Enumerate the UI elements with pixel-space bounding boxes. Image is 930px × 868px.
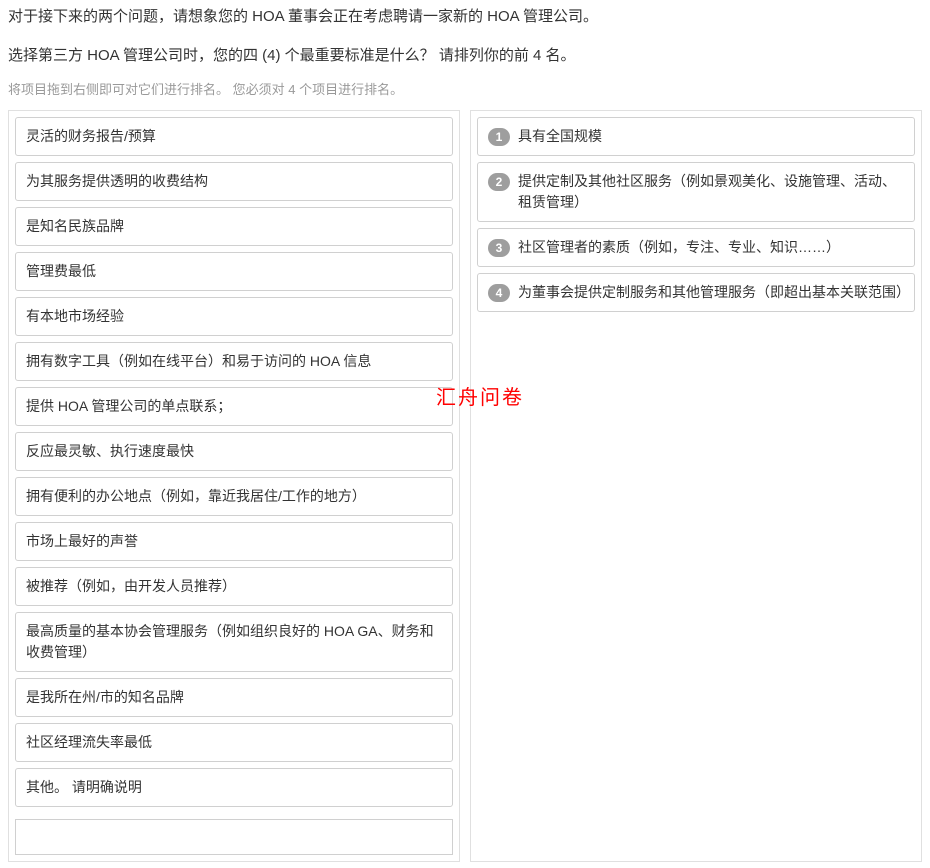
available-item[interactable]: 市场上最好的声誉 (15, 522, 453, 561)
intro-text: 对于接下来的两个问题，请想象您的 HOA 董事会正在考虑聘请一家新的 HOA 管… (8, 6, 922, 29)
available-item[interactable]: 提供 HOA 管理公司的单点联系； (15, 387, 453, 426)
available-item[interactable]: 是我所在州/市的知名品牌 (15, 678, 453, 717)
ranked-item-label: 社区管理者的素质（例如，专注、专业、知识……） (518, 237, 904, 258)
available-item[interactable]: 拥有便利的办公地点（例如，靠近我居住/工作的地方） (15, 477, 453, 516)
ranked-item-label: 为董事会提供定制服务和其他管理服务（即超出基本关联范围） (518, 282, 904, 303)
ranked-item[interactable]: 3 社区管理者的素质（例如，专注、专业、知识……） (477, 228, 915, 267)
available-item[interactable]: 最高质量的基本协会管理服务（例如组织良好的 HOA GA、财务和收费管理） (15, 612, 453, 672)
available-item[interactable]: 拥有数字工具（例如在线平台）和易于访问的 HOA 信息 (15, 342, 453, 381)
ranked-item[interactable]: 2 提供定制及其他社区服务（例如景观美化、设施管理、活动、租赁管理） (477, 162, 915, 222)
available-item[interactable]: 有本地市场经验 (15, 297, 453, 336)
available-items-column[interactable]: 灵活的财务报告/预算为其服务提供透明的收费结构是知名民族品牌管理费最低有本地市场… (8, 110, 460, 862)
rank-badge: 4 (488, 284, 510, 302)
ranked-items-column[interactable]: 1 具有全国规模 2 提供定制及其他社区服务（例如景观美化、设施管理、活动、租赁管理）… (470, 110, 922, 862)
ranked-item-label: 提供定制及其他社区服务（例如景观美化、设施管理、活动、租赁管理） (518, 171, 904, 213)
ranking-columns: 灵活的财务报告/预算为其服务提供透明的收费结构是知名民族品牌管理费最低有本地市场… (8, 110, 922, 862)
rank-badge: 3 (488, 239, 510, 257)
available-item[interactable]: 被推荐（例如，由开发人员推荐） (15, 567, 453, 606)
available-item[interactable]: 社区经理流失率最低 (15, 723, 453, 762)
question-text: 选择第三方 HOA 管理公司时，您的四 (4) 个最重要标准是什么？ 请排列你的… (8, 45, 922, 68)
available-item[interactable]: 其他。 请明确说明 (15, 768, 453, 807)
other-input[interactable] (15, 819, 453, 855)
ranked-item[interactable]: 4 为董事会提供定制服务和其他管理服务（即超出基本关联范围） (477, 273, 915, 312)
available-item[interactable]: 为其服务提供透明的收费结构 (15, 162, 453, 201)
available-item[interactable]: 灵活的财务报告/预算 (15, 117, 453, 156)
rank-badge: 1 (488, 128, 510, 146)
rank-badge: 2 (488, 173, 510, 191)
ranked-item-label: 具有全国规模 (518, 126, 904, 147)
available-item[interactable]: 反应最灵敏、执行速度最快 (15, 432, 453, 471)
ranked-item[interactable]: 1 具有全国规模 (477, 117, 915, 156)
hint-text: 将项目拖到右侧即可对它们进行排名。 您必须对 4 个项目进行排名。 (8, 79, 922, 98)
available-item[interactable]: 管理费最低 (15, 252, 453, 291)
available-item[interactable]: 是知名民族品牌 (15, 207, 453, 246)
